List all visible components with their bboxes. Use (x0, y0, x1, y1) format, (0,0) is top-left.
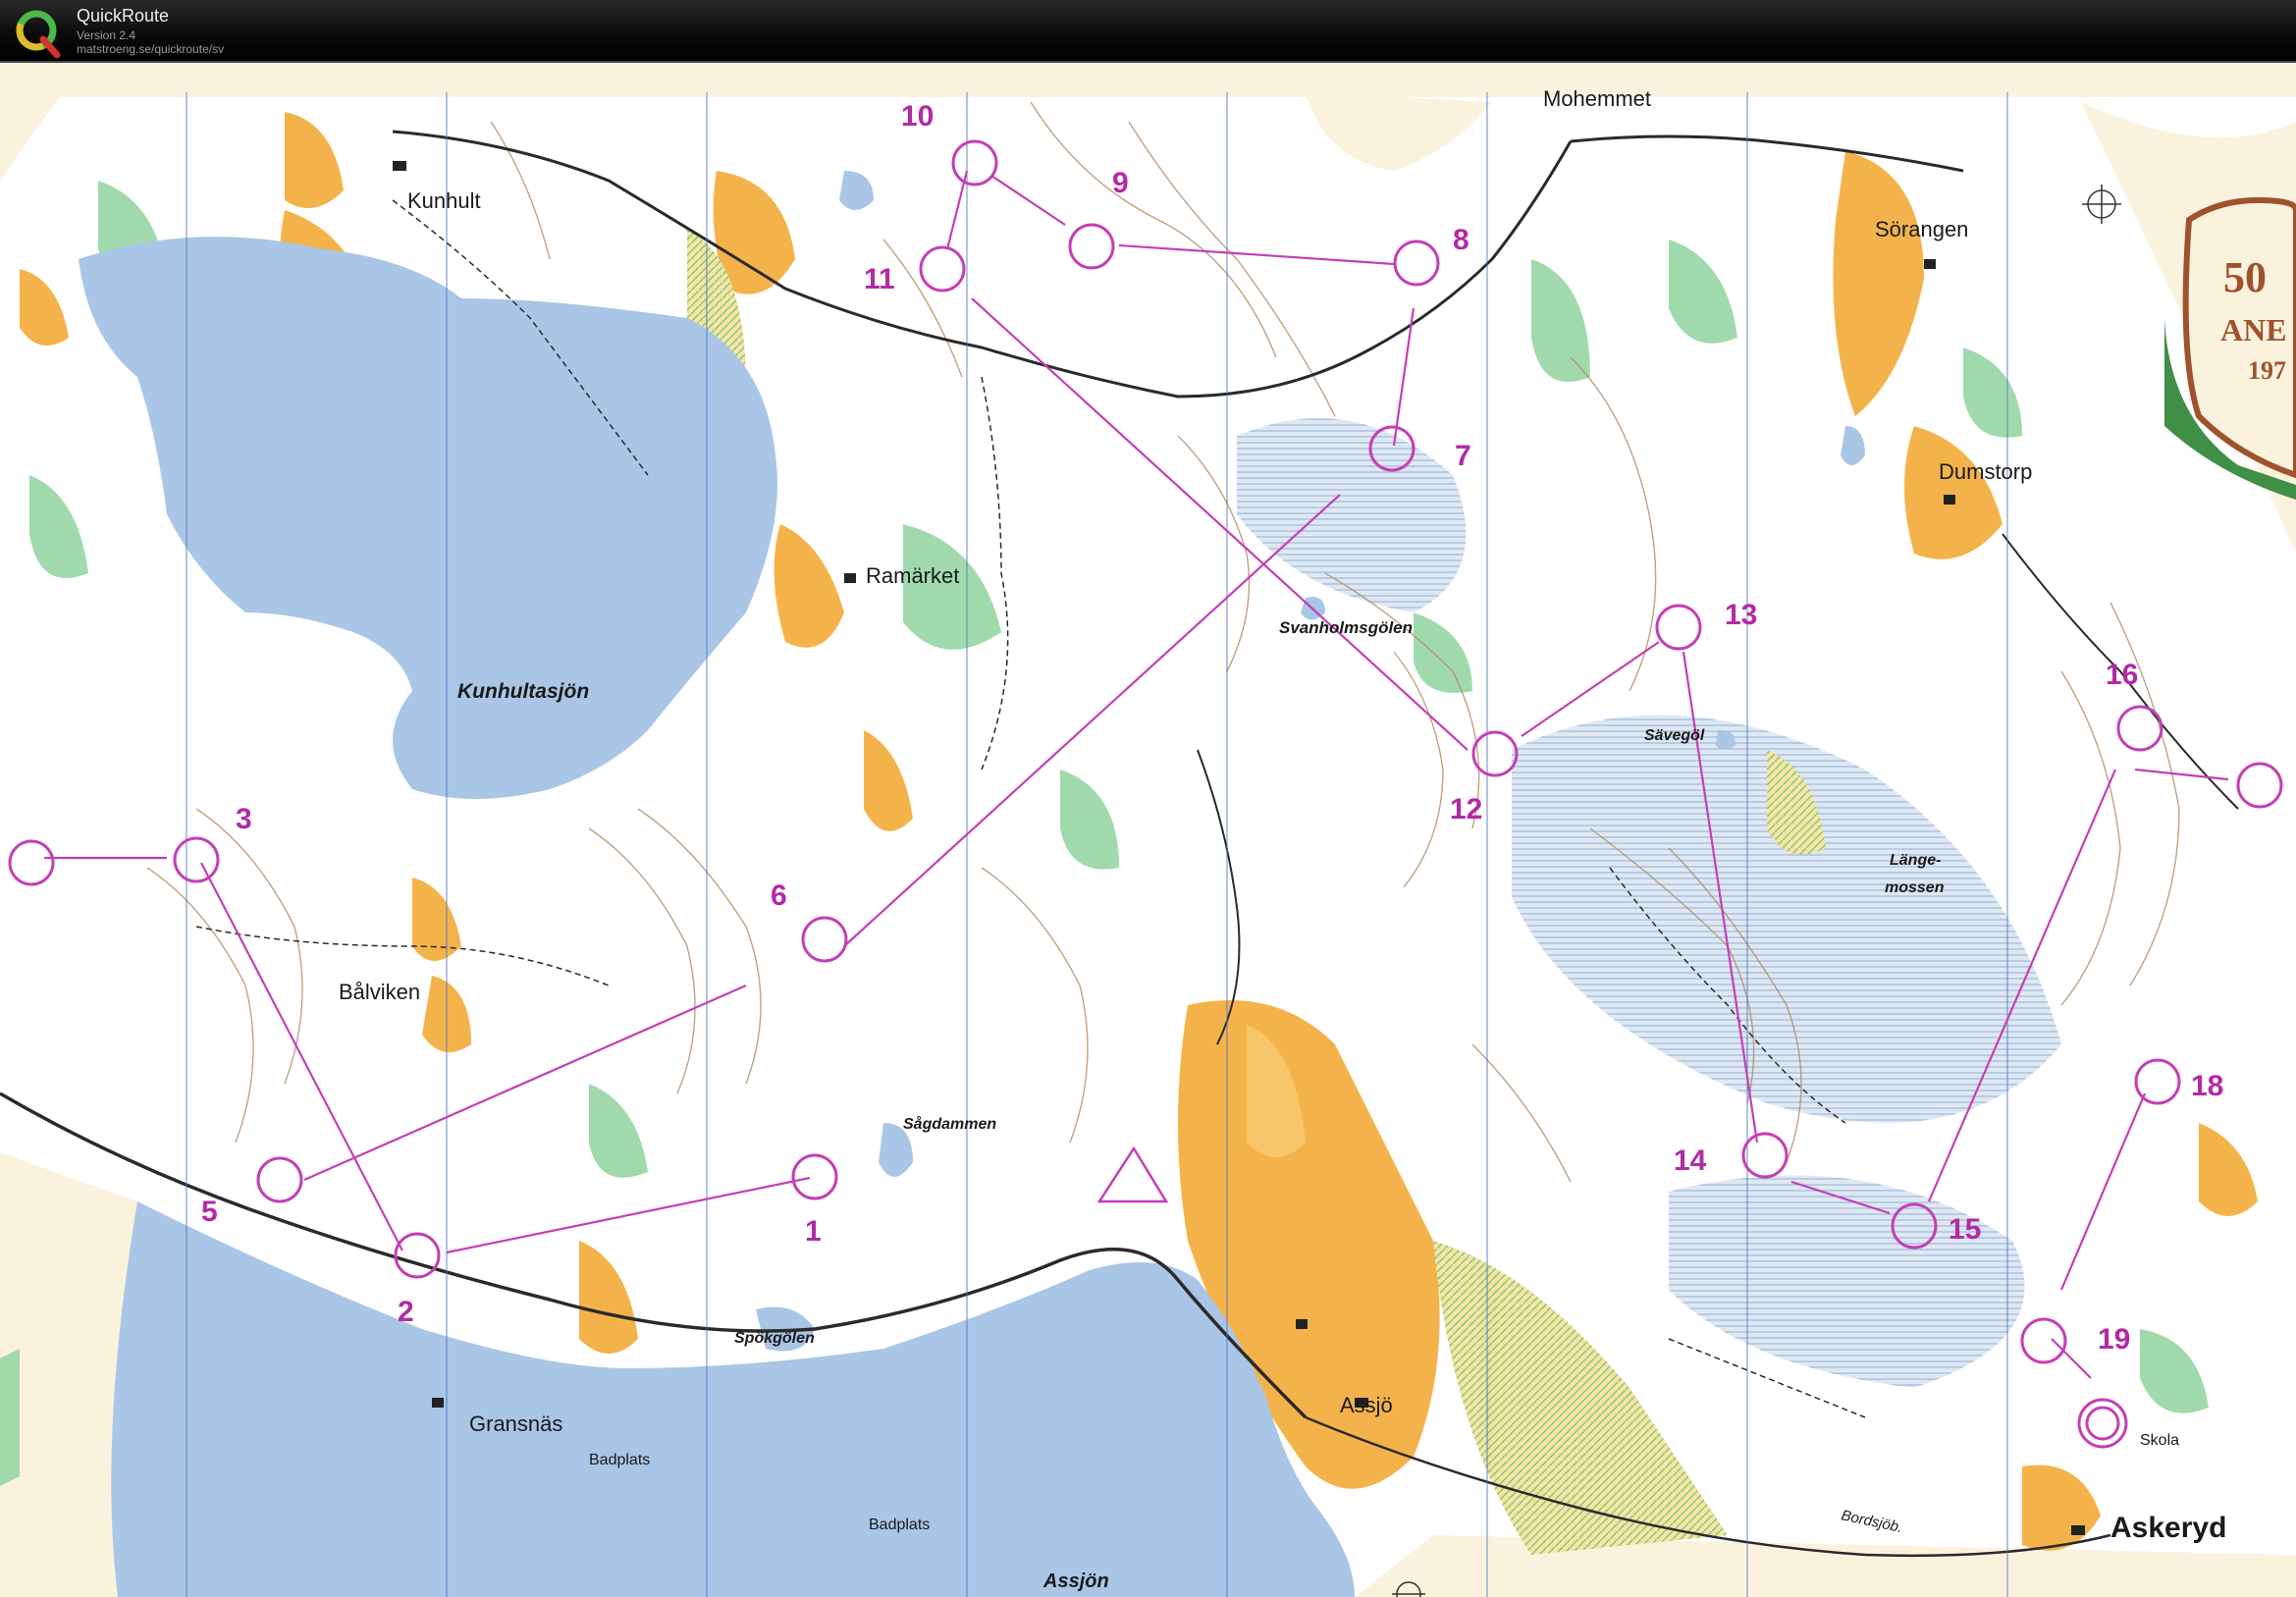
label-sagdammen: Sågdammen (903, 1115, 996, 1133)
label-mohemmet: Mohemmet (1543, 86, 1651, 111)
label-askeryd: Askeryd (2110, 1512, 2226, 1544)
label-kunhult: Kunhult (407, 188, 481, 213)
emblem-line-1: 50 (2223, 253, 2267, 301)
control-number-11: 11 (864, 263, 895, 295)
app-version: Version 2.4 (77, 28, 136, 42)
app-title: QuickRoute (77, 6, 170, 26)
control-number-8: 8 (1453, 224, 1469, 256)
control-number-6: 6 (771, 879, 787, 912)
control-number-10: 10 (901, 100, 934, 133)
label-skola: Skola (2140, 1432, 2179, 1449)
label-badplats-2: Badplats (869, 1517, 930, 1533)
label-lange: Länge- (1890, 852, 1941, 869)
control-number-1: 1 (805, 1215, 822, 1248)
label-assjon: Assjön (1042, 1570, 1109, 1592)
control-number-9: 9 (1112, 167, 1129, 199)
label-balviken: Bålviken (339, 980, 420, 1004)
control-number-7: 7 (1455, 440, 1471, 472)
label-kunhultasjon: Kunhultasjön (457, 680, 589, 703)
control-number-14: 14 (1674, 1145, 1707, 1177)
emblem-line-3: 197 (2248, 356, 2286, 385)
paper-margin-top (0, 63, 2296, 97)
control-number-19: 19 (2098, 1323, 2130, 1356)
label-svanholmsgolen: Svanholmsgölen (1279, 618, 1413, 637)
label-sorangen: Sörangen (1875, 217, 1968, 241)
control-number-2: 2 (398, 1296, 414, 1328)
label-dumstorp: Dumstorp (1939, 459, 2032, 484)
quickroute-logo-icon (16, 10, 61, 59)
label-mossen: mossen (1885, 879, 1945, 896)
control-number-15: 15 (1949, 1213, 1981, 1246)
title-bar: QuickRoute Version 2.4 matstroeng.se/qui… (0, 0, 2296, 63)
label-spokgolen: Spökgölen (734, 1330, 815, 1347)
label-savegol: Sävegöl (1644, 727, 1705, 744)
control-number-12: 12 (1450, 793, 1482, 825)
orienteering-map[interactable]: 1 2 3 5 6 7 8 9 10 11 12 13 14 15 16 18 … (0, 63, 2296, 1597)
label-ramarket: Ramärket (866, 563, 959, 588)
label-assjo: Assjö (1340, 1393, 1393, 1417)
map-canvas: 1 2 3 5 6 7 8 9 10 11 12 13 14 15 16 18 … (0, 63, 2296, 1597)
control-number-3: 3 (236, 803, 252, 835)
control-number-16: 16 (2106, 659, 2138, 691)
control-number-18: 18 (2191, 1070, 2223, 1102)
app-url: matstroeng.se/quickroute/sv (77, 42, 225, 56)
label-badplats-1: Badplats (589, 1452, 650, 1468)
label-gransnas: Gransnäs (469, 1411, 562, 1436)
control-number-13: 13 (1725, 599, 1757, 631)
control-number-5: 5 (201, 1196, 218, 1228)
emblem-line-2: ANE (2220, 312, 2287, 347)
